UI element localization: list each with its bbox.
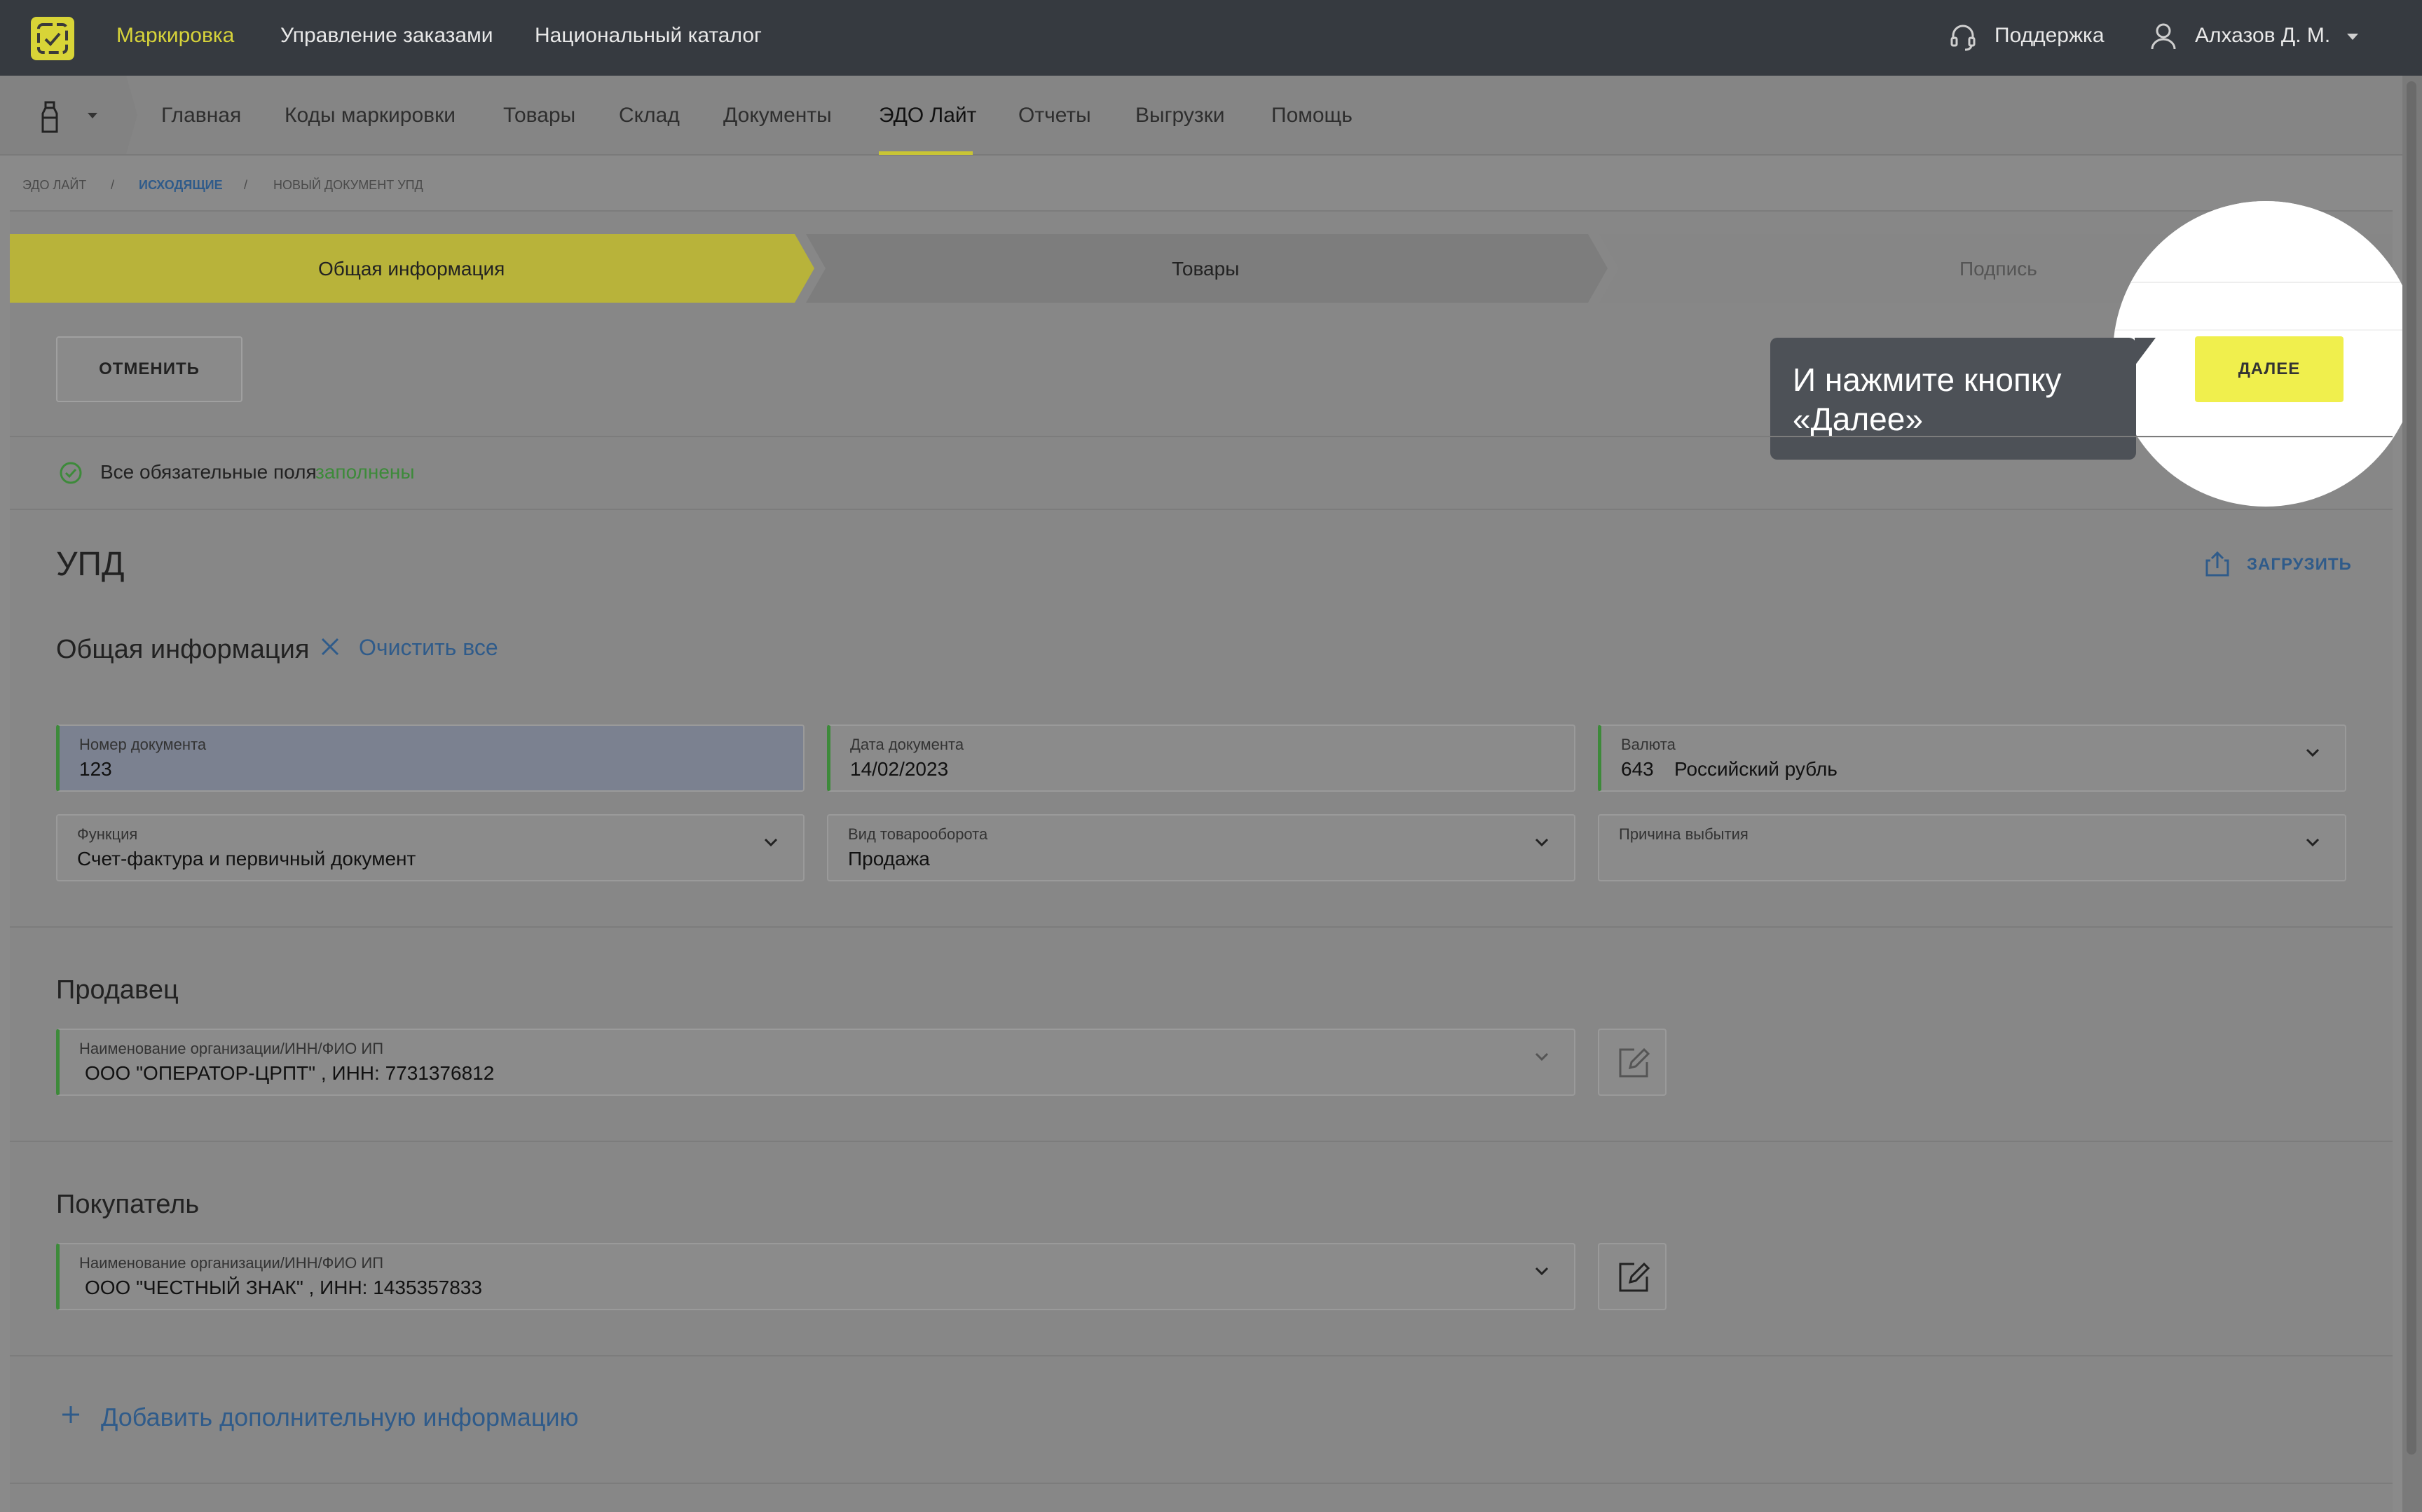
chevron-down-icon bbox=[1535, 1052, 1549, 1061]
subnav-exports[interactable]: Выгрузки bbox=[1135, 104, 1225, 128]
subnav-reports[interactable]: Отчеты bbox=[1018, 104, 1091, 128]
subnav-documents[interactable]: Документы bbox=[723, 104, 832, 128]
chevron-down-icon bbox=[88, 113, 97, 118]
hint-tooltip-text: И нажмите кнопку «Далее» bbox=[1793, 362, 2062, 437]
field-value: 123 bbox=[79, 758, 112, 780]
field-label: Номер документа bbox=[79, 736, 207, 753]
section-title-general: Общая информация bbox=[56, 635, 310, 664]
user-icon[interactable] bbox=[2150, 22, 2177, 54]
active-tab-indicator bbox=[879, 151, 973, 155]
page-title: УПД bbox=[56, 546, 125, 583]
breadcrumb-current: новый документ упд bbox=[273, 178, 423, 192]
chevron-down-icon bbox=[2306, 838, 2320, 846]
turnover-type-select[interactable]: Вид товарооборота Продажа bbox=[827, 814, 1575, 881]
topnav-marking[interactable]: Маркировка bbox=[116, 24, 234, 48]
field-value: 14/02/2023 bbox=[850, 758, 949, 780]
edit-icon bbox=[1619, 1262, 1650, 1292]
field-label: Функция bbox=[77, 825, 138, 843]
breadcrumb-separator: / bbox=[111, 178, 115, 192]
section-title-seller: Продавец bbox=[56, 975, 179, 1005]
subnav-help[interactable]: Помощь bbox=[1271, 104, 1353, 128]
buyer-organization-select[interactable]: Наименование организации/ИНН/ФИО ИП ООО … bbox=[56, 1243, 1575, 1310]
divider bbox=[10, 1483, 2393, 1484]
field-value: Счет-фактура и первичный документ bbox=[77, 848, 416, 870]
field-value: Российский рубль bbox=[1674, 758, 1838, 780]
field-label: Дата документа bbox=[850, 736, 964, 753]
divider bbox=[10, 509, 2393, 510]
withdrawal-reason-select[interactable]: Причина выбытия bbox=[1598, 814, 2346, 881]
seller-organization-select[interactable]: Наименование организации/ИНН/ФИО ИП ООО … bbox=[56, 1029, 1575, 1096]
field-label: Наименование организации/ИНН/ФИО ИП bbox=[79, 1040, 384, 1057]
divider bbox=[10, 926, 2393, 928]
field-label: Вид товарооборота bbox=[848, 825, 988, 843]
upload-icon[interactable] bbox=[2205, 551, 2230, 581]
nav-separator bbox=[126, 76, 137, 154]
divider bbox=[10, 436, 2393, 437]
divider bbox=[10, 1141, 2393, 1142]
seller-edit-button[interactable] bbox=[1598, 1029, 1667, 1096]
support-link[interactable]: Поддержка bbox=[1995, 24, 2105, 48]
field-label: Причина выбытия bbox=[1619, 825, 1749, 843]
section-title-buyer: Покупатель bbox=[56, 1190, 200, 1219]
field-label: Валюта bbox=[1621, 736, 1676, 753]
tooltip-pointer bbox=[2135, 338, 2156, 366]
breadcrumb-separator: / bbox=[244, 178, 248, 192]
breadcrumb-outgoing[interactable]: исходящие bbox=[139, 178, 223, 193]
document-number-field[interactable]: Номер документа 123 bbox=[56, 724, 805, 792]
step-signature[interactable]: Подпись bbox=[1959, 258, 2037, 280]
step-general-info[interactable]: Общая информация bbox=[318, 258, 505, 280]
status-link[interactable]: заполнены bbox=[315, 461, 415, 483]
next-button[interactable]: ДАЛЕЕ bbox=[2195, 336, 2344, 402]
field-value: Продажа bbox=[848, 848, 930, 870]
chevron-down-icon bbox=[1535, 1267, 1549, 1275]
subnav-edo-lite[interactable]: ЭДО Лайт bbox=[879, 104, 976, 128]
breadcrumb-edo[interactable]: эдо лайт bbox=[22, 178, 86, 193]
headset-icon[interactable] bbox=[1950, 24, 1976, 55]
topnav-catalog[interactable]: Национальный каталог bbox=[535, 24, 762, 48]
field-value: ООО "ОПЕРАТОР-ЦРПТ" , ИНН: 7731376812 bbox=[85, 1062, 495, 1084]
chevron-down-icon bbox=[1535, 838, 1549, 846]
close-icon[interactable] bbox=[320, 636, 341, 661]
buyer-edit-button[interactable] bbox=[1598, 1243, 1667, 1310]
clear-all-button[interactable]: Очистить все bbox=[359, 635, 498, 661]
logo-icon[interactable] bbox=[31, 17, 74, 60]
topnav-orders[interactable]: Управление заказами bbox=[280, 24, 493, 48]
step-goods[interactable]: Товары bbox=[1172, 258, 1239, 280]
product-group-selector[interactable] bbox=[0, 76, 126, 154]
function-select[interactable]: Функция Счет-фактура и первичный докумен… bbox=[56, 814, 805, 881]
chevron-down-icon bbox=[2306, 748, 2320, 757]
check-circle-icon bbox=[59, 461, 83, 488]
subnav-warehouse[interactable]: Склад bbox=[619, 104, 680, 128]
currency-select[interactable]: Валюта 643 Российский рубль bbox=[1598, 724, 2346, 792]
chevron-down-icon bbox=[764, 838, 778, 846]
edit-icon bbox=[1619, 1047, 1650, 1078]
bottle-icon bbox=[41, 101, 58, 133]
add-info-button[interactable]: Добавить дополнительную информацию bbox=[101, 1403, 579, 1432]
user-name[interactable]: Алхазов Д. М. bbox=[2195, 24, 2330, 48]
currency-code: 643 bbox=[1621, 758, 1654, 780]
field-value: ООО "ЧЕСТНЫЙ ЗНАК" , ИНН: 1435357833 bbox=[85, 1277, 482, 1298]
divider bbox=[10, 1355, 2393, 1356]
plus-icon[interactable] bbox=[60, 1404, 81, 1429]
cancel-button[interactable]: ОТМЕНИТЬ bbox=[56, 336, 242, 402]
field-label: Наименование организации/ИНН/ФИО ИП bbox=[79, 1254, 384, 1272]
subnav-home[interactable]: Главная bbox=[161, 104, 241, 128]
user-menu-caret-icon[interactable] bbox=[2346, 32, 2359, 45]
document-date-field[interactable]: Дата документа 14/02/2023 bbox=[827, 724, 1575, 792]
subnav-codes[interactable]: Коды маркировки bbox=[285, 104, 456, 128]
subnav-goods[interactable]: Товары bbox=[503, 104, 575, 128]
scrollbar-thumb[interactable] bbox=[2407, 81, 2416, 1455]
upload-button[interactable]: ЗАГРУЗИТЬ bbox=[2247, 555, 2352, 575]
status-text: Все обязательные поля bbox=[100, 461, 317, 483]
